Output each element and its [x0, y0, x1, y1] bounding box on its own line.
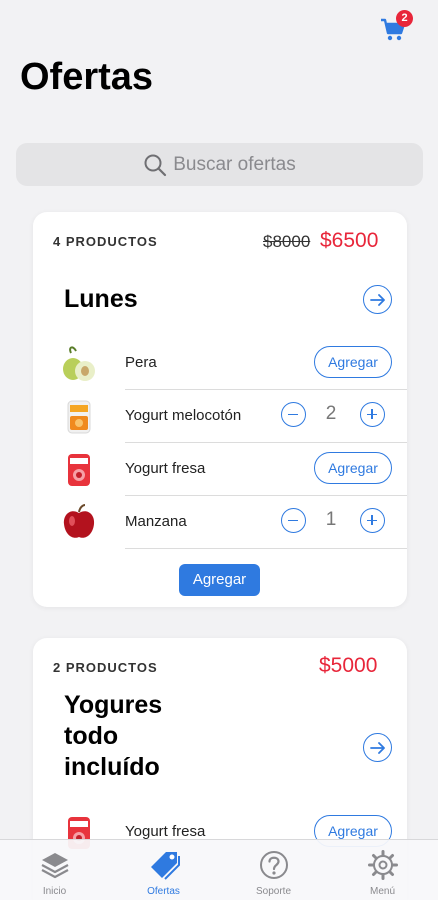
list-item: Manzana 1: [33, 496, 407, 549]
tab-inicio[interactable]: Inicio: [0, 840, 109, 900]
apple-icon: [63, 504, 95, 538]
list-item: Pera Agregar: [33, 337, 407, 390]
tab-bar: Inicio Ofertas Soporte Menú: [0, 839, 438, 900]
pear-icon: [63, 346, 95, 381]
arrow-forward-icon: [369, 741, 385, 754]
offer-title: Yogures todo incluído: [64, 690, 162, 783]
offer-title-line: Yogures: [64, 691, 163, 719]
item-name: Yogurt fresa: [125, 460, 206, 477]
offer-title-line: todo: [64, 722, 119, 750]
tab-ofertas[interactable]: Ofertas: [109, 840, 218, 900]
search-icon: [144, 154, 167, 176]
search-input[interactable]: Buscar ofertas: [16, 143, 423, 186]
old-price: $8000: [263, 232, 311, 251]
add-item-button[interactable]: Agregar: [314, 452, 392, 484]
quantity-value: 1: [325, 509, 337, 530]
list-item: Yogurt melocotón 2: [33, 390, 407, 443]
item-name: Yogurt melocotón: [125, 407, 242, 424]
tab-menu[interactable]: Menú: [328, 840, 437, 900]
product-count: 2 PRODUCTOS: [53, 660, 158, 675]
quantity-value: 2: [325, 403, 337, 424]
divider: [125, 548, 407, 549]
item-name: Pera: [125, 354, 157, 371]
add-offer-button[interactable]: Agregar: [179, 564, 260, 596]
open-offer-button[interactable]: [363, 285, 392, 314]
open-offer-button[interactable]: [363, 733, 392, 762]
arrow-forward-icon: [369, 293, 385, 306]
tab-label: Menú: [369, 886, 395, 897]
peach-yogurt-icon: [67, 400, 91, 434]
tab-label: Soporte: [255, 886, 292, 897]
list-item: Yogurt fresa Agregar: [33, 443, 407, 496]
offer-price: $5000: [319, 654, 378, 677]
offer-title-line: incluído: [64, 753, 160, 781]
search-placeholder: Buscar ofertas: [173, 153, 296, 175]
decrease-quantity-button[interactable]: [281, 402, 306, 427]
offer-title: Lunes: [64, 285, 138, 313]
cart-button[interactable]: 2: [380, 10, 413, 44]
add-item-button[interactable]: Agregar: [314, 346, 392, 378]
tab-label: Ofertas: [147, 886, 180, 897]
increase-quantity-button[interactable]: [360, 402, 385, 427]
page-title: Ofertas: [20, 56, 154, 98]
tab-soporte[interactable]: Soporte: [219, 840, 328, 900]
strawberry-yogurt-icon: [68, 454, 90, 486]
pricetag-icon: [151, 852, 180, 880]
gear-icon: [368, 850, 398, 880]
product-count: 4 PRODUCTOS: [53, 234, 158, 249]
decrease-quantity-button[interactable]: [281, 508, 306, 533]
cart-count-badge: 2: [396, 10, 413, 27]
tab-label: Inicio: [42, 886, 67, 897]
offer-card: 4 PRODUCTOS $8000 $6500 Lunes Pera Agreg…: [33, 212, 407, 607]
item-name: Yogurt fresa: [125, 823, 206, 840]
item-name: Manzana: [125, 513, 187, 530]
increase-quantity-button[interactable]: [360, 508, 385, 533]
help-circle-icon: [260, 851, 288, 879]
layers-icon: [41, 853, 69, 879]
offer-price: $6500: [320, 229, 379, 252]
